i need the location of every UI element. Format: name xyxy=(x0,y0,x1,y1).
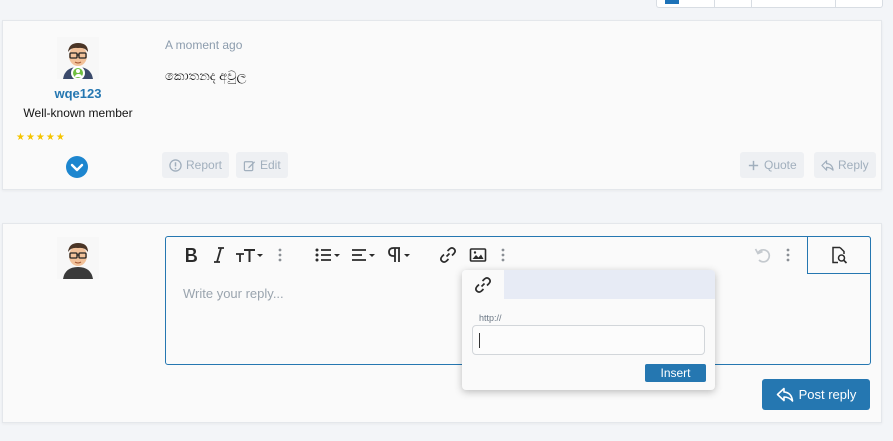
url-input[interactable] xyxy=(472,325,705,355)
text-size-dropdown[interactable] xyxy=(235,245,265,265)
top-tab-3[interactable] xyxy=(752,0,836,7)
more-insert-options-button[interactable] xyxy=(501,245,505,265)
post-timestamp[interactable]: A moment ago xyxy=(165,38,242,52)
popup-tab-link[interactable] xyxy=(462,270,504,299)
text-size-icon xyxy=(236,249,263,262)
link-icon xyxy=(440,247,456,263)
plus-icon xyxy=(748,160,759,170)
star-rating: ★★★★★ xyxy=(16,132,66,143)
quote-label: Quote xyxy=(764,158,797,172)
avatar-image xyxy=(57,237,99,279)
italic-button[interactable] xyxy=(213,245,225,265)
top-tab-1[interactable] xyxy=(657,0,715,7)
edit-icon xyxy=(243,160,256,171)
top-button-group xyxy=(656,0,883,8)
paragraph-icon xyxy=(388,247,410,262)
reply-textarea-placeholder[interactable]: Write your reply... xyxy=(183,286,284,301)
reply-icon xyxy=(776,387,793,402)
post-reply-button[interactable]: Post reply xyxy=(762,379,870,410)
edit-button[interactable]: Edit xyxy=(236,152,288,178)
user-title: Well-known member xyxy=(23,106,133,120)
text-caret xyxy=(479,333,480,348)
post-message: wqe123 Well-known member ★★★★★ A moment … xyxy=(2,20,882,190)
bold-icon xyxy=(186,248,197,262)
post-reply-label: Post reply xyxy=(798,387,857,402)
bold-button[interactable] xyxy=(184,245,198,265)
current-user-avatar[interactable] xyxy=(57,237,99,279)
popup-tab-bar xyxy=(462,270,715,299)
preview-icon xyxy=(832,246,848,264)
preview-toggle-button[interactable] xyxy=(807,236,871,274)
undo-button[interactable] xyxy=(754,245,772,265)
top-tab-2[interactable] xyxy=(715,0,752,7)
align-dropdown[interactable] xyxy=(351,245,377,265)
more-text-options-button[interactable] xyxy=(278,245,282,265)
report-label: Report xyxy=(186,158,223,172)
list-dropdown[interactable] xyxy=(315,245,341,265)
expand-user-info-button[interactable] xyxy=(66,156,88,178)
username-link[interactable]: wqe123 xyxy=(3,86,153,101)
quick-reply-form: Write your reply... xyxy=(2,223,882,423)
align-left-icon xyxy=(352,249,375,261)
more-vertical-icon xyxy=(501,248,505,262)
reply-button[interactable]: Reply xyxy=(814,152,876,178)
link-icon xyxy=(475,276,491,293)
insert-link-button[interactable] xyxy=(439,245,457,265)
insert-image-button[interactable] xyxy=(469,245,487,265)
list-icon xyxy=(315,248,340,262)
paragraph-dropdown[interactable] xyxy=(387,245,413,265)
url-field-label: http:// xyxy=(479,313,502,323)
more-vertical-icon xyxy=(786,248,790,262)
post-body: කොතනද අවුල xyxy=(165,68,247,83)
quote-button[interactable]: Quote xyxy=(740,152,804,178)
top-tab-4[interactable] xyxy=(836,0,882,7)
report-button[interactable]: Report xyxy=(162,152,230,178)
italic-icon xyxy=(214,247,224,263)
reply-label: Reply xyxy=(838,158,869,172)
image-icon xyxy=(469,248,487,262)
avatar[interactable] xyxy=(57,37,99,79)
undo-icon xyxy=(754,248,771,263)
reply-icon xyxy=(821,159,834,171)
edit-label: Edit xyxy=(260,158,281,172)
info-circle-icon xyxy=(169,158,182,172)
editor-toolbar xyxy=(166,236,871,274)
more-options-button[interactable] xyxy=(786,245,790,265)
more-vertical-icon xyxy=(278,248,282,262)
chevron-down-icon xyxy=(70,163,84,172)
insert-link-popup: http:// Insert xyxy=(462,270,715,390)
insert-link-submit-button[interactable]: Insert xyxy=(645,364,706,382)
online-status-icon xyxy=(71,66,85,79)
